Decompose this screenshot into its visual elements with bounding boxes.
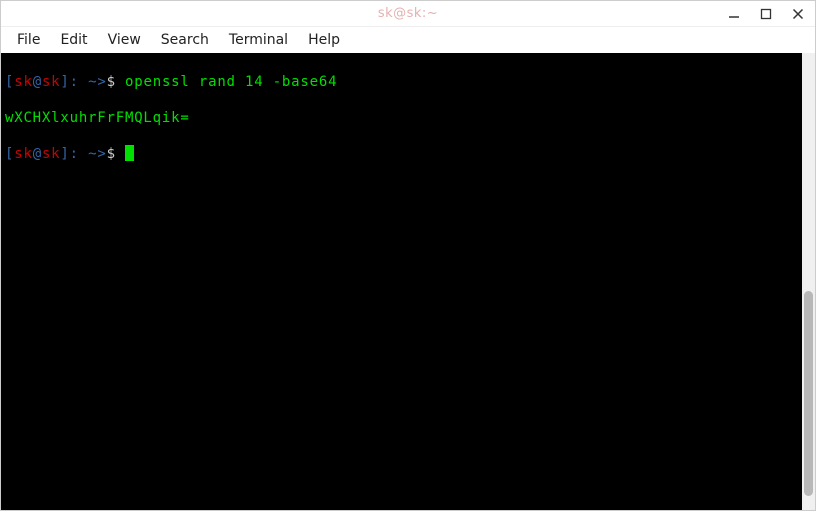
menu-file[interactable]: File (7, 30, 50, 50)
maximize-icon (760, 8, 772, 20)
terminal-line-2: wXCHXlxuhrFrFMQLqik= (5, 109, 798, 127)
prompt-at: @ (33, 74, 42, 90)
menu-edit[interactable]: Edit (50, 30, 97, 50)
titlebar[interactable]: sk@sk:~ (1, 1, 815, 27)
prompt-dollar: $ (107, 146, 125, 162)
terminal-window: sk@sk:~ File Edit View Search Terminal H… (0, 0, 816, 511)
scrollbar-thumb[interactable] (804, 291, 813, 497)
window-controls (721, 1, 811, 26)
terminal-line-1: [sk@sk]: ~>$ openssl rand 14 -base64 (5, 73, 798, 91)
menubar: File Edit View Search Terminal Help (1, 27, 815, 53)
minimize-button[interactable] (721, 4, 747, 24)
prompt-path: ]: ~> (60, 74, 106, 90)
menu-view[interactable]: View (98, 30, 151, 50)
command-text: openssl rand 14 -base64 (125, 74, 337, 90)
scrollbar[interactable] (802, 53, 815, 510)
maximize-button[interactable] (753, 4, 779, 24)
menu-terminal[interactable]: Terminal (219, 30, 298, 50)
minimize-icon (728, 8, 740, 20)
terminal-cursor (125, 145, 134, 161)
prompt-dollar: $ (107, 74, 125, 90)
close-icon (792, 8, 804, 20)
prompt-at: @ (33, 146, 42, 162)
terminal-area: [sk@sk]: ~>$ openssl rand 14 -base64 wXC… (1, 53, 815, 510)
command-output: wXCHXlxuhrFrFMQLqik= (5, 110, 190, 126)
menu-help[interactable]: Help (298, 30, 350, 50)
window-title: sk@sk:~ (378, 6, 438, 21)
prompt-open-bracket: [ (5, 146, 14, 162)
prompt-path: ]: ~> (60, 146, 106, 162)
terminal-content[interactable]: [sk@sk]: ~>$ openssl rand 14 -base64 wXC… (1, 53, 802, 510)
menu-search[interactable]: Search (151, 30, 219, 50)
prompt-user: sk (14, 146, 32, 162)
prompt-user: sk (14, 74, 32, 90)
prompt-host: sk (42, 146, 60, 162)
terminal-line-3: [sk@sk]: ~>$ (5, 145, 798, 163)
prompt-host: sk (42, 74, 60, 90)
close-button[interactable] (785, 4, 811, 24)
prompt-open-bracket: [ (5, 74, 14, 90)
